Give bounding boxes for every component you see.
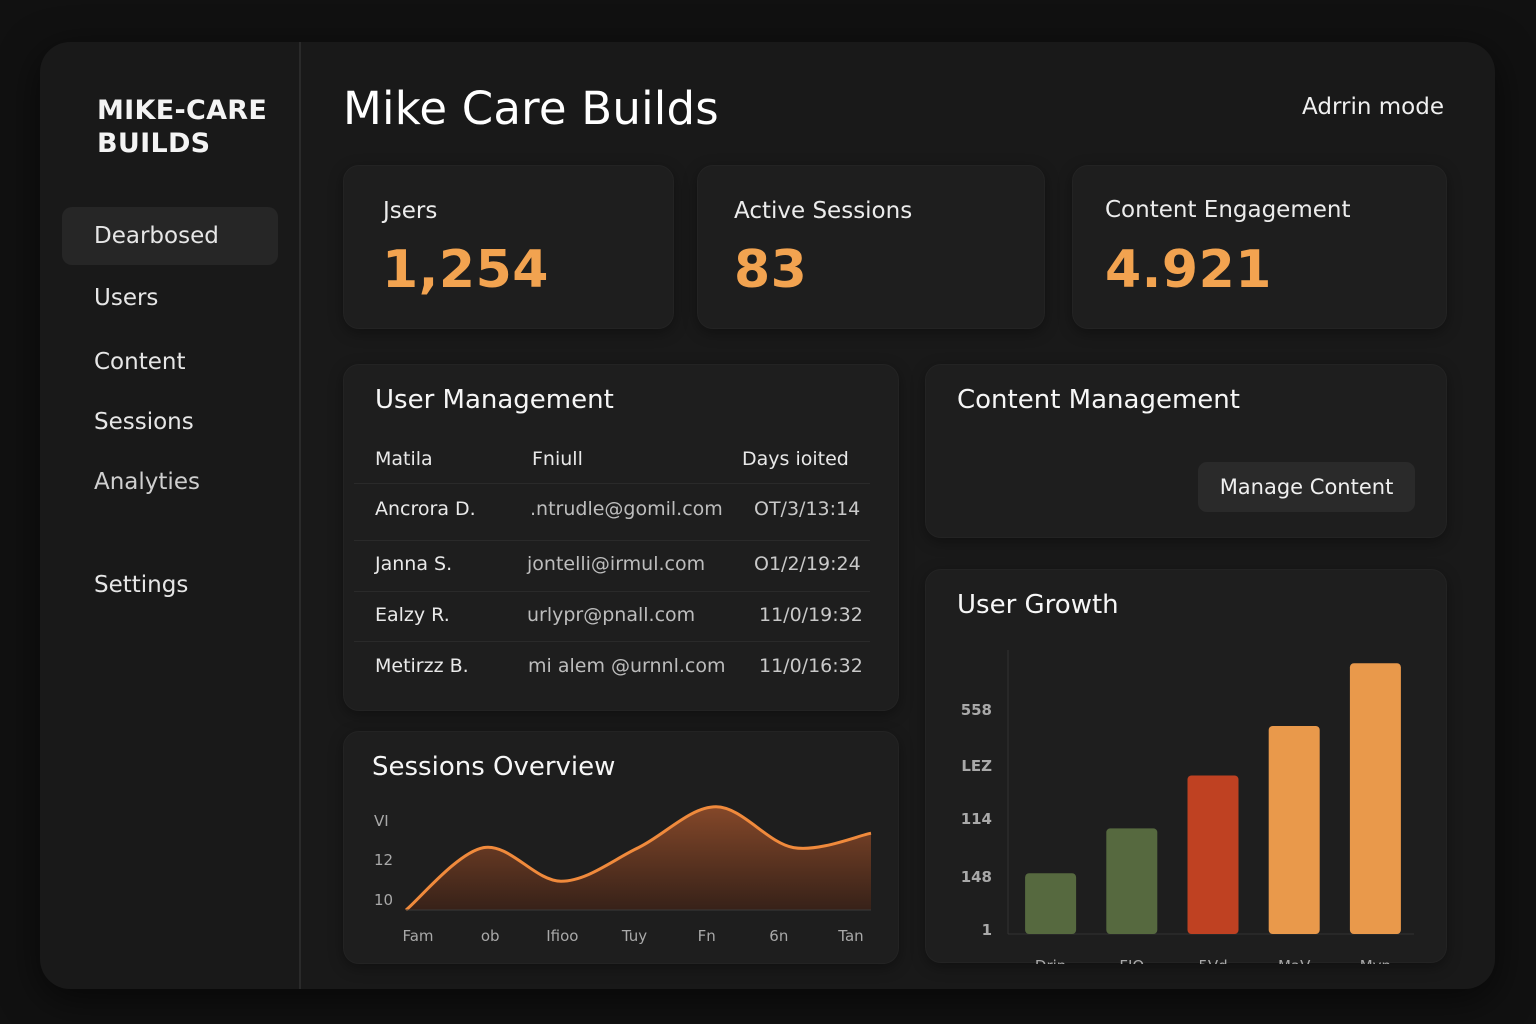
user-name: Ealzy R. [375,604,450,626]
page-title: Mike Care Builds [343,82,719,135]
x-tick-label: MaV [1278,957,1311,964]
content-management-title: Content Management [957,385,1240,415]
stat-label: Active Sessions [734,198,913,224]
manage-content-button[interactable]: Manage Content [1198,462,1415,512]
stat-card-users: Jsers 1,254 [343,165,674,329]
sidebar-item-sessions[interactable]: Sessions [62,393,278,451]
x-tick-label: ob [481,927,500,945]
growth-bar[interactable] [1349,663,1401,934]
user-email: mi alem @urnnl.com [528,655,726,677]
content-management-panel: Content Management Manage Content [925,364,1447,538]
y-tick-label: 12 [374,851,393,869]
x-tick-label: Tan [837,927,863,945]
x-tick-label: Fam [402,927,433,945]
y-tick-label: LEZ [961,757,992,775]
column-header-date[interactable]: Days ioited [742,448,849,470]
user-growth-bar-chart: 558 LEZ 114 148 1 Drin FIO 5Vd MaV Mvn [961,650,1414,964]
x-tick-label: 5Vd [1198,957,1227,964]
user-date: 11/0/16:32 [759,655,863,677]
column-header-email[interactable]: Fniull [532,448,583,470]
y-tick-label: 558 [961,701,992,719]
user-management-panel: User Management Matila Fniull Days ioite… [343,364,899,711]
sessions-area-fill [406,806,871,910]
table-row[interactable]: Janna S. jontelli@irmul.com O1/2/19:24 [354,540,870,590]
sidebar: MIKE-CARE BUILDS Dearbosed Users Content… [40,42,301,989]
user-date: OT/3/13:14 [754,498,861,520]
table-row[interactable]: Ancrora D. .ntrudle@gomil.com OT/3/13:14 [354,483,870,533]
stat-value: 4.921 [1105,240,1272,300]
y-tick-label: 114 [961,810,992,828]
growth-bar[interactable] [1268,725,1320,934]
x-tick-label: Tuy [621,927,647,945]
brand-logo: MIKE-CARE BUILDS [97,95,268,159]
stat-label: Jsers [383,198,438,224]
stat-value: 1,254 [382,240,549,300]
stat-card-active-sessions: Active Sessions 83 [697,165,1045,329]
app-window: MIKE-CARE BUILDS Dearbosed Users Content… [40,42,1495,989]
user-email: .ntrudle@gomil.com [530,498,723,520]
sidebar-item-dashboard[interactable]: Dearbosed [62,207,278,265]
user-date: O1/2/19:24 [754,553,861,575]
y-tick-label: 10 [374,891,393,909]
sidebar-item-users[interactable]: Users [62,269,278,327]
y-tick-label: VI [374,812,389,830]
user-name: Ancrora D. [375,498,476,520]
sidebar-item-content[interactable]: Content [62,333,278,391]
user-growth-panel: User Growth 558LEZ1141481DrinFIO5VdMaVMv… [925,569,1447,964]
user-email: urlypr@pnall.com [527,604,696,626]
table-row[interactable]: Metirzz B. mi alem @urnnl.com 11/0/16:32 [354,641,870,691]
sidebar-item-settings[interactable]: Settings [62,556,278,614]
user-name: Janna S. [375,553,453,575]
x-tick-label: Fn [698,927,716,945]
x-tick-label: Ifioo [546,927,578,945]
column-header-name[interactable]: Matila [375,448,433,470]
table-row[interactable]: Ealzy R. urlypr@pnall.com 11/0/19:32 [354,591,870,641]
sessions-overview-panel: Sessions Overview VI 12 10 Fam ob Ifioo Tuy Fn 6… [343,731,899,964]
user-management-title: User Management [375,385,614,415]
x-tick-label: 6n [769,927,788,945]
y-tick-label: 148 [961,868,992,886]
user-email: jontelli@irmul.com [527,553,706,575]
sidebar-item-analytics[interactable]: Analyties [62,453,278,511]
x-tick-label: Mvn [1360,957,1391,964]
stat-card-content-engagement: Content Engagement 4.921 [1072,165,1447,329]
stat-value: 83 [734,240,808,300]
growth-bar[interactable] [1106,828,1158,934]
sessions-area-chart: VI 12 10 Fam ob Ifioo Tuy Fn 6n Tan [374,805,872,945]
growth-bar[interactable] [1187,775,1239,934]
user-date: 11/0/19:32 [759,604,863,626]
user-name: Metirzz B. [375,655,469,677]
stat-label: Content Engagement [1105,197,1351,223]
admin-mode-toggle[interactable]: Adrrin mode [1302,94,1444,120]
growth-bar[interactable] [1025,873,1077,934]
x-tick-label: Drin [1035,957,1066,964]
y-tick-label: 1 [982,921,992,939]
x-tick-label: FIO [1119,957,1144,964]
